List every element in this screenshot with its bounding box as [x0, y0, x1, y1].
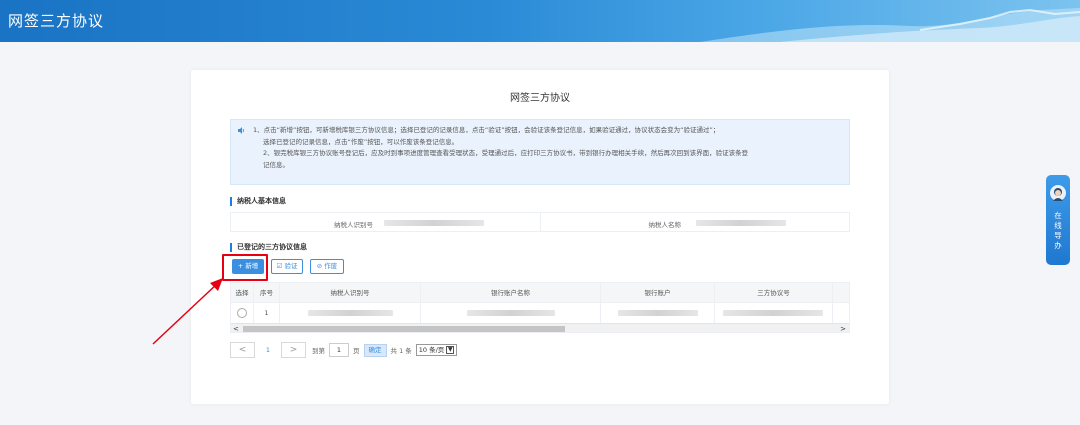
tips-box: 1、点击“新增”按钮，可新增税库银三方协议信息；选择已登记的记录信息，点击“验证…: [230, 119, 850, 185]
taxpayer-id-cell: 纳税人识别号: [231, 213, 540, 231]
great-wall-banner: [700, 8, 1080, 42]
basic-info-title: 纳税人基本信息: [230, 197, 286, 206]
table-header: 选择 序号 纳税人识别号 银行账户名称 银行账户 三方协议号: [231, 283, 849, 303]
row-select-cell: [231, 303, 254, 323]
row-index: 1: [254, 303, 280, 323]
col-taxpayer-id: 纳税人识别号: [280, 283, 421, 303]
app-title: 网签三方协议: [8, 12, 105, 30]
horizontal-scrollbar[interactable]: < >: [231, 323, 849, 332]
table-row[interactable]: 1: [231, 303, 849, 323]
top-header: 网签三方协议: [0, 0, 1080, 42]
col-account-name: 银行账户名称: [421, 283, 601, 303]
assistant-avatar-icon: [1050, 185, 1066, 201]
taxpayer-name-label: 纳税人名称: [648, 221, 682, 229]
page-size-select[interactable]: 10 条/页 ▼: [415, 344, 458, 356]
registered-title: 已登记的三方协议信息: [230, 243, 307, 252]
goto-label: 到第: [312, 347, 325, 355]
page-title: 网签三方协议: [510, 93, 570, 104]
tip-line-2b: 记信息。: [263, 160, 289, 169]
col-select: 选择: [231, 283, 254, 303]
prev-page-button[interactable]: <: [230, 342, 255, 358]
annotation-arrow: [152, 278, 223, 345]
goto-confirm-button[interactable]: 确定: [363, 343, 387, 357]
taxpayer-name-cell: 纳税人名称: [539, 213, 850, 231]
page-size-value: 10 条/页: [418, 346, 445, 354]
row-agreement-no: [715, 303, 833, 323]
pagination: < 1 > 到第 1 页 确定 共 1 条 10 条/页 ▼: [230, 342, 458, 358]
taxpayer-name-value: [695, 220, 786, 226]
row-radio[interactable]: [237, 308, 247, 318]
col-index: 序号: [254, 283, 280, 303]
agreement-table: 选择 序号 纳税人识别号 银行账户名称 银行账户 三方协议号 1 < >: [230, 282, 850, 333]
basic-info-row: 纳税人识别号 纳税人名称: [230, 212, 850, 232]
next-page-button[interactable]: >: [281, 342, 306, 358]
scroll-thumb[interactable]: [243, 326, 565, 332]
col-agreement-no: 三方协议号: [715, 283, 833, 303]
page-unit-label: 页: [353, 347, 360, 355]
col-bank-account: 银行账户: [601, 283, 715, 303]
current-page[interactable]: 1: [255, 346, 281, 354]
online-guide-label: 在线导办: [1054, 211, 1062, 250]
row-account-name: [421, 303, 601, 323]
speaker-icon: [238, 127, 244, 134]
goto-page-input[interactable]: 1: [329, 343, 349, 357]
main-card: 网签三方协议 1、点击“新增”按钮，可新增税库银三方协议信息；选择已登记的记录信…: [191, 70, 889, 404]
online-guide-button[interactable]: 在线导办: [1046, 175, 1070, 265]
tip-line-1: 1、点击“新增”按钮，可新增税库银三方协议信息；选择已登记的记录信息，点击“验证…: [253, 126, 720, 134]
verify-button[interactable]: ☑ 验证: [271, 259, 303, 274]
taxpayer-id-value: [384, 220, 484, 226]
tip-line-1b: 选择已登记的记录信息，点击“作废”按钮，可以作废该条登记信息。: [263, 137, 459, 146]
row-taxpayer-id: [280, 303, 421, 323]
taxpayer-id-label: 纳税人识别号: [334, 221, 373, 229]
scroll-left-icon[interactable]: <: [233, 324, 239, 332]
tip-line-2: 2、银完税库银三方协议账号登记后，应及时到事项进度管理查看受理状态，受理通过后，…: [263, 149, 749, 157]
row-bank-account: [601, 303, 715, 323]
void-button[interactable]: ⊘ 作废: [310, 259, 344, 274]
scroll-right-icon[interactable]: >: [840, 324, 846, 332]
total-count: 共 1 条: [390, 347, 412, 355]
chevron-down-icon: ▼: [446, 346, 455, 354]
